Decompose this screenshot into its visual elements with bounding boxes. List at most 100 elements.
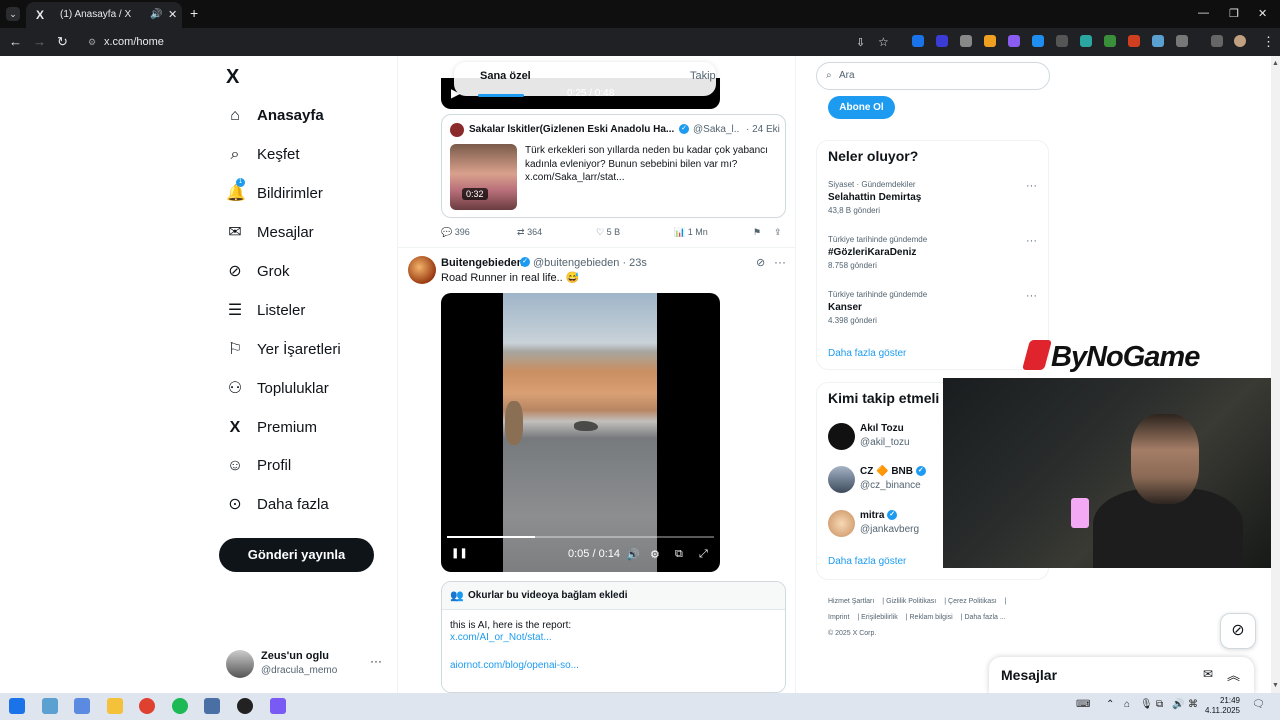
mic-icon[interactable]: 🎙 bbox=[1140, 699, 1153, 710]
like-button[interactable]: ♡ 5 B bbox=[596, 227, 620, 238]
account-switcher[interactable]: Zeus'un oglu @dracula_memo ··· bbox=[226, 648, 386, 680]
show-more-link[interactable]: Daha fazla göster bbox=[828, 348, 906, 359]
subscribe-button[interactable]: Abone Ol bbox=[828, 96, 895, 119]
footer-link[interactable]: Gizlilik Politikası bbox=[886, 598, 936, 605]
extension-icon[interactable] bbox=[1080, 35, 1092, 47]
tray-chevron-icon[interactable]: ⌃ bbox=[1106, 699, 1114, 710]
post-button[interactable]: Gönderi yayınla bbox=[219, 538, 374, 572]
taskbar-app-icon[interactable] bbox=[42, 698, 58, 714]
follow-suggestion[interactable]: CZ 🔶 BNB ✓ @cz_binance bbox=[828, 464, 948, 494]
scrollbar[interactable]: ▲ ▼ bbox=[1271, 56, 1280, 693]
tray-icon[interactable]: ⌂ bbox=[1124, 699, 1130, 710]
clock[interactable]: 21:49 4.11.2025 bbox=[1200, 696, 1240, 716]
language-icon[interactable]: ⌘ bbox=[1188, 699, 1198, 710]
messages-drawer[interactable]: Mesajlar ✉ ︽ bbox=[989, 657, 1254, 693]
taskbar-app-icon[interactable] bbox=[204, 698, 220, 714]
new-message-icon[interactable]: ✉ bbox=[1203, 667, 1213, 681]
trend-item[interactable]: Türkiye tarihinde gündemde #GözleriKaraD… bbox=[828, 235, 1038, 270]
note-link[interactable]: aiornot.com/blog/openai-so... bbox=[450, 660, 579, 671]
reply-button[interactable]: 💬 396 bbox=[441, 227, 470, 238]
taskbar-app-icon[interactable] bbox=[74, 698, 90, 714]
spotify-icon[interactable] bbox=[172, 698, 188, 714]
tab-list-button[interactable]: ⌄ bbox=[6, 7, 20, 21]
footer-link[interactable]: Çerez Politikası bbox=[948, 598, 997, 605]
speaker-icon[interactable]: 🔊 bbox=[150, 2, 162, 28]
browser-tab[interactable]: X (1) Anasayfa / X 🔊 ✕ bbox=[26, 2, 182, 28]
extensions-puzzle-icon[interactable] bbox=[1176, 35, 1188, 47]
follow-suggestion[interactable]: mitra ✓ @jankavberg bbox=[828, 508, 948, 538]
extension-icon[interactable] bbox=[984, 35, 996, 47]
more-dots-icon[interactable]: ··· bbox=[1026, 180, 1037, 192]
extension-icon[interactable] bbox=[1104, 35, 1116, 47]
network-icon[interactable]: ⧉ bbox=[1156, 699, 1163, 710]
search-input[interactable]: ⌕ Ara bbox=[816, 62, 1050, 90]
extension-icon[interactable] bbox=[960, 35, 972, 47]
grok-fab-button[interactable]: ⊘ bbox=[1220, 613, 1256, 649]
forward-button[interactable]: → bbox=[33, 34, 46, 49]
extension-icon[interactable] bbox=[1128, 35, 1140, 47]
reading-list-icon[interactable] bbox=[1211, 35, 1223, 47]
chrome-icon[interactable] bbox=[139, 698, 155, 714]
trend-item[interactable]: Siyaset · Gündemdekiler Selahattin Demir… bbox=[828, 180, 1038, 215]
extension-icon[interactable] bbox=[1008, 35, 1020, 47]
views-button[interactable]: 📊 1 Mn bbox=[674, 227, 708, 238]
show-more-link[interactable]: Daha fazla göster bbox=[828, 556, 906, 567]
avatar[interactable] bbox=[408, 256, 436, 284]
author-name[interactable]: Buitengebieden bbox=[441, 257, 524, 269]
taskbar-app-icon[interactable] bbox=[270, 698, 286, 714]
footer-link[interactable]: Reklam bilgisi bbox=[910, 614, 953, 621]
fullscreen-icon[interactable]: ⤢ bbox=[699, 548, 708, 561]
more-dots-icon[interactable]: ··· bbox=[774, 255, 786, 269]
site-info-icon[interactable]: ⚙ bbox=[88, 31, 96, 53]
video-progress-bar[interactable] bbox=[447, 536, 714, 538]
pip-icon[interactable]: ⧉ bbox=[675, 548, 683, 561]
extension-icon[interactable] bbox=[1152, 35, 1164, 47]
extension-icon[interactable] bbox=[936, 35, 948, 47]
minimize-button[interactable]: — bbox=[1198, 7, 1209, 19]
new-tab-button[interactable]: + bbox=[190, 5, 198, 21]
quoted-post[interactable]: Sakalar İskitler(Gizlenen Eski Anadolu H… bbox=[441, 114, 786, 218]
volume-icon[interactable]: 🔊 bbox=[626, 548, 640, 561]
tab-for-you[interactable]: Sana özel bbox=[480, 70, 531, 82]
profile-avatar-icon[interactable] bbox=[1234, 35, 1246, 47]
footer-link[interactable]: Erişilebilirlik bbox=[861, 614, 898, 621]
settings-icon[interactable]: ⚙ bbox=[650, 548, 660, 561]
share-icon[interactable]: ⇪ bbox=[774, 227, 782, 238]
quoted-video-thumbnail[interactable] bbox=[450, 144, 517, 210]
extension-icon[interactable] bbox=[1032, 35, 1044, 47]
windows-start-icon[interactable] bbox=[9, 698, 25, 714]
extension-icon[interactable] bbox=[912, 35, 924, 47]
notifications-icon[interactable]: 🗨 bbox=[1252, 699, 1265, 710]
repost-button[interactable]: ⇄ 364 bbox=[517, 227, 542, 238]
address-bar[interactable]: ⚙ x.com/home bbox=[80, 31, 900, 53]
close-window-button[interactable]: ✕ bbox=[1258, 7, 1267, 20]
back-button[interactable]: ← bbox=[9, 34, 22, 49]
follow-suggestion[interactable]: Akıl Tozu @akil_tozu bbox=[828, 421, 948, 451]
video-player[interactable]: ❚❚ 0:05 / 0:14 🔊 ⚙ ⧉ ⤢ bbox=[441, 293, 720, 572]
more-dots-icon[interactable]: ··· bbox=[1026, 290, 1037, 302]
footer-link[interactable]: Hizmet Şartları bbox=[828, 598, 874, 605]
note-link[interactable]: x.com/AI_or_Not/stat... bbox=[450, 632, 552, 643]
obs-icon[interactable] bbox=[237, 698, 253, 714]
close-tab-icon[interactable]: ✕ bbox=[168, 2, 177, 28]
reload-button[interactable]: ↻ bbox=[57, 34, 68, 50]
pause-icon[interactable]: ❚❚ bbox=[451, 548, 468, 559]
maximize-button[interactable]: ❐ bbox=[1229, 7, 1239, 20]
bookmark-icon[interactable]: ⚑ bbox=[753, 227, 761, 238]
more-dots-icon[interactable]: ··· bbox=[1026, 235, 1037, 247]
bookmark-star-icon[interactable]: ☆ bbox=[878, 35, 889, 49]
footer-link[interactable]: Imprint bbox=[828, 614, 849, 621]
grok-icon[interactable]: ⊘ bbox=[756, 256, 765, 269]
file-explorer-icon[interactable] bbox=[107, 698, 123, 714]
scroll-up-icon[interactable]: ▲ bbox=[1272, 60, 1279, 67]
x-logo-icon[interactable]: X bbox=[226, 66, 239, 89]
install-icon[interactable]: ⇩ bbox=[856, 36, 865, 49]
volume-icon[interactable]: 🔊 bbox=[1172, 699, 1184, 710]
browser-menu-icon[interactable]: ⋮ bbox=[1262, 34, 1275, 50]
footer-link[interactable]: Daha fazla ... bbox=[964, 614, 1005, 621]
collapse-icon[interactable]: ︽ bbox=[1227, 665, 1240, 684]
tab-following[interactable]: Takip bbox=[690, 70, 716, 82]
trend-item[interactable]: Türkiye tarihinde gündemde Kanser 4.398 … bbox=[828, 290, 1038, 325]
scroll-down-icon[interactable]: ▼ bbox=[1272, 682, 1279, 689]
more-dots-icon[interactable]: ··· bbox=[370, 654, 382, 668]
